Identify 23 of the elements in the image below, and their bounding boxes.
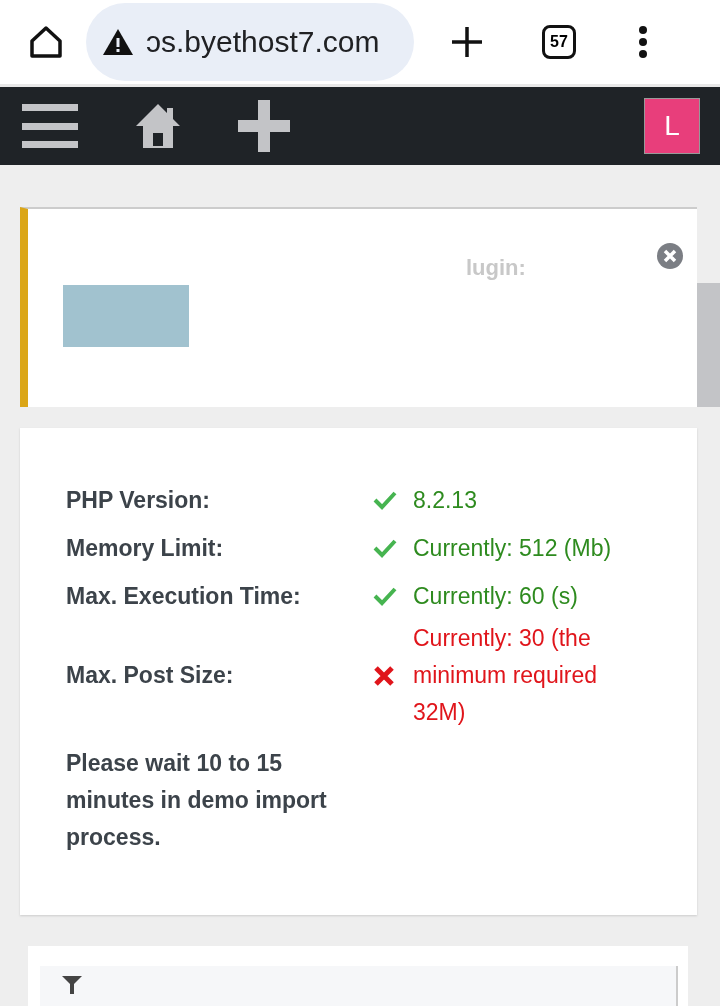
close-icon <box>663 249 677 263</box>
requirement-value: Currently: 512 (Mb) <box>413 533 613 563</box>
new-tab-icon[interactable] <box>450 25 484 60</box>
menu-icon[interactable] <box>22 102 78 151</box>
user-avatar[interactable]: L <box>644 98 700 155</box>
requirement-value: Currently: 60 (s) <box>413 581 579 611</box>
address-bar[interactable]: ɔs.byethost7.com <box>86 3 414 82</box>
home-icon[interactable] <box>28 24 64 61</box>
requirement-value: Currently: 30 (the minimum required 32M) <box>413 624 599 727</box>
requirement-label: Max. Execution Time: <box>66 582 302 610</box>
close-button[interactable] <box>657 243 683 269</box>
home-icon[interactable] <box>134 102 182 151</box>
wait-note: Please wait 10 to 15 minutes in demo import process. <box>66 749 328 852</box>
scrollbar[interactable] <box>697 283 720 407</box>
menu-icon[interactable] <box>638 25 648 60</box>
plus-icon[interactable] <box>238 100 290 153</box>
url-text: ɔs.byethost7.com <box>146 25 380 60</box>
requirement-label: PHP Version: <box>66 486 212 514</box>
requirement-value: 8.2.13 <box>413 485 478 515</box>
requirement-label: Max. Post Size: <box>66 662 235 689</box>
warning-icon <box>102 28 134 57</box>
requirement-label: Memory Limit: <box>66 534 225 562</box>
tab-count[interactable]: 57 <box>542 25 576 60</box>
